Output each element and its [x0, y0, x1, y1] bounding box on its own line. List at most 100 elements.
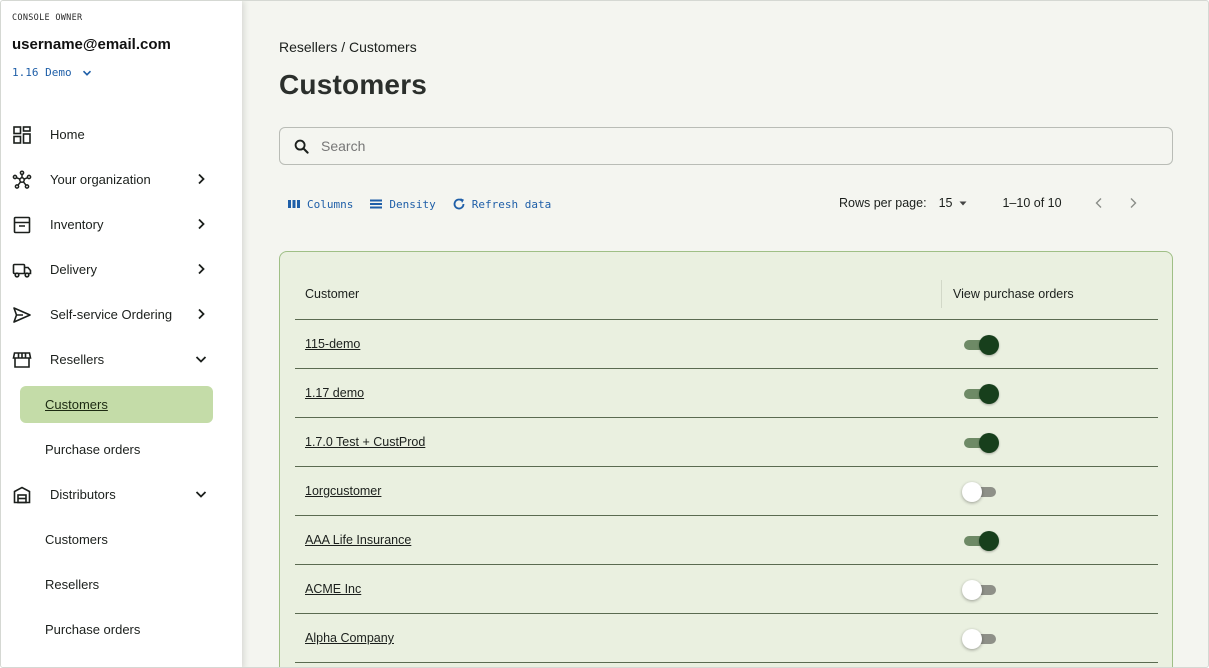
table-row: 115-demo [295, 320, 1158, 369]
breadcrumb[interactable]: Resellers / Customers [279, 39, 417, 55]
search-icon [294, 139, 309, 154]
column-separator[interactable] [941, 280, 942, 308]
sidebar: CONSOLE OWNER username@email.com 1.16 De… [1, 1, 242, 667]
table-row: 1.7.0 Test + CustProd [295, 418, 1158, 467]
nav-resellers-customers[interactable]: Customers [20, 386, 213, 423]
toggle-knob [979, 531, 999, 551]
customers-table: Customer View purchase orders 115-demo 1.… [279, 251, 1173, 667]
density-button[interactable]: Density [369, 197, 436, 211]
view-purchase-orders-toggle[interactable] [962, 384, 1000, 404]
chevron-right-icon [198, 263, 205, 275]
customer-link[interactable]: AAA Life Insurance [305, 533, 411, 547]
nav-inventory[interactable]: Inventory [1, 204, 242, 244]
customer-link[interactable]: 1orgcustomer [305, 484, 381, 498]
columns-label: Columns [307, 197, 354, 211]
density-icon [370, 199, 383, 209]
rows-per-page-select[interactable]: 15 [939, 196, 969, 210]
nav-distributors-purchase-orders-label: Purchase orders [45, 622, 141, 637]
chevron-right-icon [198, 173, 205, 185]
refresh-data-button[interactable]: Refresh data [452, 197, 551, 211]
table-row: Alpha Company [295, 614, 1158, 663]
view-purchase-orders-toggle[interactable] [962, 531, 1000, 551]
page-title: Customers [279, 69, 428, 100]
nav-distributors[interactable]: Distributors [1, 474, 242, 514]
toggle-knob [962, 580, 982, 600]
dashboard-icon [11, 124, 33, 146]
send-icon [11, 304, 33, 326]
page-range: 1–10 of 10 [1002, 196, 1062, 210]
grid-toolbar: Columns Density Refresh data [287, 197, 551, 211]
nav-home-label: Home [50, 126, 85, 142]
nav-distributors-customers[interactable]: Customers [20, 521, 213, 558]
warehouse-icon [11, 484, 33, 506]
app-window: CONSOLE OWNER username@email.com 1.16 De… [0, 0, 1209, 668]
columns-icon [288, 200, 300, 208]
console-owner-label: CONSOLE OWNER [12, 13, 83, 23]
column-header-view-purchase-orders[interactable]: View purchase orders [953, 287, 1074, 301]
customer-link[interactable]: 115-demo [305, 337, 360, 351]
refresh-label: Refresh data [471, 197, 552, 211]
nav-self-service-ordering[interactable]: Self-service Ordering [1, 294, 242, 334]
toggle-knob [962, 482, 982, 502]
nav-resellers-purchase-orders-label: Purchase orders [45, 442, 141, 457]
table-row: AAA Life Insurance [295, 516, 1158, 565]
search-box[interactable] [279, 127, 1173, 165]
table-row: 1orgcustomer [295, 467, 1158, 516]
view-purchase-orders-toggle[interactable] [962, 433, 1000, 453]
chevron-down-icon [82, 70, 91, 76]
truck-icon [11, 259, 33, 281]
nav-distributors-resellers[interactable]: Resellers [20, 566, 213, 603]
nav-your-organization-label: Your organization [50, 171, 151, 187]
owner-email: username@email.com [12, 36, 171, 53]
main-content: Resellers / Customers Customers Columns … [242, 1, 1208, 667]
customer-link[interactable]: 1.17 demo [305, 386, 364, 400]
density-label: Density [389, 197, 436, 211]
view-purchase-orders-toggle[interactable] [962, 629, 1000, 649]
next-page-icon[interactable] [1126, 196, 1140, 210]
chevron-down-icon [195, 356, 207, 363]
previous-page-icon[interactable] [1092, 196, 1106, 210]
search-input[interactable] [321, 136, 1141, 156]
view-purchase-orders-toggle[interactable] [962, 335, 1000, 355]
chevron-right-icon [198, 308, 205, 320]
nav-distributors-customers-label: Customers [45, 532, 108, 547]
refresh-icon [453, 198, 465, 210]
nav-resellers-customers-label: Customers [45, 397, 108, 412]
column-header-customer[interactable]: Customer [305, 287, 359, 301]
nav-delivery[interactable]: Delivery [1, 249, 242, 289]
inventory-box-icon [11, 214, 33, 236]
nav-resellers[interactable]: Resellers [1, 339, 242, 379]
nav-distributors-label: Distributors [50, 486, 116, 502]
nav-delivery-label: Delivery [50, 261, 97, 277]
nav-resellers-purchase-orders[interactable]: Purchase orders [20, 431, 213, 468]
view-purchase-orders-toggle[interactable] [962, 482, 1000, 502]
table-row: 1.17 demo [295, 369, 1158, 418]
nav-distributors-purchase-orders[interactable]: Purchase orders [20, 611, 213, 648]
columns-button[interactable]: Columns [287, 197, 353, 211]
nav-resellers-label: Resellers [50, 351, 105, 367]
nav-your-organization[interactable]: Your organization [1, 159, 242, 199]
table-row: ACME Inc [295, 565, 1158, 614]
customer-link[interactable]: 1.7.0 Test + CustProd [305, 435, 425, 449]
org-network-icon [11, 169, 33, 191]
nav-self-service-ordering-label: Self-service Ordering [50, 306, 173, 322]
toggle-knob [979, 384, 999, 404]
customer-link[interactable]: Alpha Company [305, 631, 394, 645]
chevron-right-icon [198, 218, 205, 230]
storefront-icon [11, 349, 33, 371]
caret-down-icon [959, 201, 967, 206]
rows-per-page-label: Rows per page: [839, 196, 927, 210]
toggle-knob [979, 433, 999, 453]
version-selector[interactable]: 1.16 Demo [12, 66, 92, 79]
rows-per-page-value: 15 [938, 196, 953, 210]
version-label: 1.16 Demo [12, 66, 72, 79]
nav-distributors-resellers-label: Resellers [45, 577, 100, 592]
customer-link[interactable]: ACME Inc [305, 582, 361, 596]
nav-inventory-label: Inventory [50, 216, 104, 232]
chevron-down-icon [195, 491, 207, 498]
view-purchase-orders-toggle[interactable] [962, 580, 1000, 600]
toggle-knob [962, 629, 982, 649]
nav-home[interactable]: Home [1, 114, 242, 154]
pagination: Rows per page: 15 1–10 of 10 [839, 196, 1160, 210]
toggle-knob [979, 335, 999, 355]
